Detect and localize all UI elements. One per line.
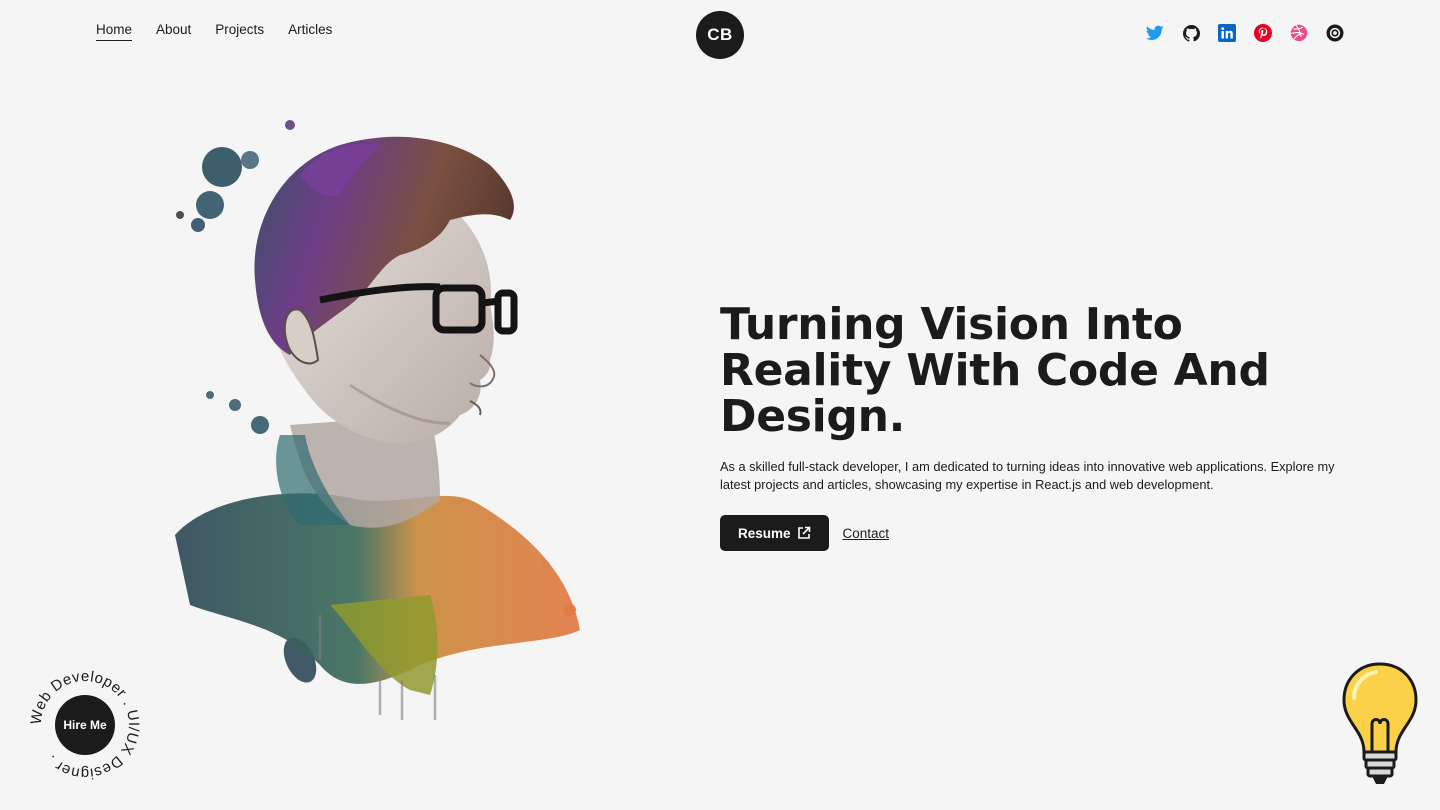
social-links — [1146, 24, 1344, 42]
contact-link[interactable]: Contact — [843, 526, 890, 541]
hero-section: Turning Vision Into Reality With Code An… — [720, 302, 1360, 551]
nav-articles[interactable]: Articles — [288, 22, 332, 41]
linkedin-icon[interactable] — [1218, 24, 1236, 42]
page: Home About Projects Articles CB Turning … — [0, 0, 1440, 810]
hero-title-line-1: Turning Vision Into — [720, 299, 1183, 350]
pinterest-icon[interactable] — [1254, 24, 1272, 42]
external-link-icon — [797, 526, 810, 539]
hero-description: As a skilled full-stack developer, I am … — [720, 459, 1335, 492]
hero-actions: Resume Contact — [720, 515, 1360, 551]
lightbulb-icon — [1342, 662, 1418, 784]
settings-icon[interactable] — [1326, 24, 1344, 42]
hire-me-button[interactable]: Hire Me — [55, 695, 115, 755]
hero-title-line-2: Reality With Code And — [720, 345, 1270, 396]
hero-title-line-3: Design. — [720, 391, 906, 442]
portrait-illustration — [175, 120, 580, 720]
nav-projects[interactable]: Projects — [215, 22, 264, 41]
resume-button-label: Resume — [738, 525, 791, 541]
main-nav: Home About Projects Articles — [96, 22, 332, 41]
hero-title: Turning Vision Into Reality With Code An… — [720, 302, 1360, 440]
logo[interactable]: CB — [696, 11, 744, 59]
nav-home[interactable]: Home — [96, 22, 133, 41]
twitter-icon[interactable] — [1146, 24, 1164, 42]
github-icon[interactable] — [1182, 24, 1200, 42]
hire-me-badge[interactable]: Web Developer . UI/UX Designer . Hire Me — [28, 668, 142, 782]
nav-about[interactable]: About — [156, 22, 191, 41]
dribbble-icon[interactable] — [1290, 24, 1308, 42]
resume-button[interactable]: Resume — [720, 515, 829, 551]
